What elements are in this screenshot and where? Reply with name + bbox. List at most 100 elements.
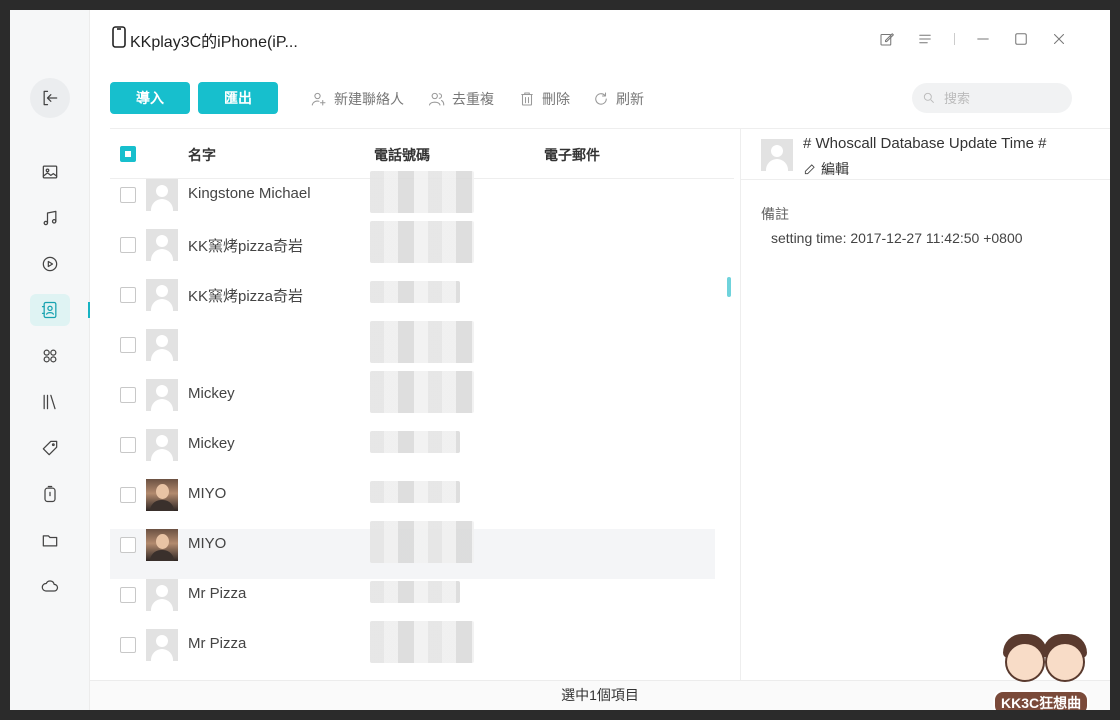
folder-icon — [42, 535, 58, 547]
table-row[interactable]: Mickey — [110, 429, 715, 479]
note-label: 備註 — [761, 206, 789, 222]
refresh-label: 刷新 — [616, 91, 644, 107]
feedback-button[interactable] — [876, 28, 898, 50]
column-phone[interactable]: 電話號碼 — [374, 145, 430, 165]
sidebar-item-files[interactable] — [30, 524, 70, 556]
search-icon — [922, 91, 936, 110]
column-name[interactable]: 名字 — [188, 145, 216, 165]
sidebar-item-apps[interactable] — [30, 340, 70, 372]
back-button[interactable] — [30, 78, 70, 118]
row-checkbox[interactable] — [120, 387, 136, 403]
table-row[interactable]: KK窯烤pizza奇岩 — [110, 221, 715, 279]
contact-avatar — [146, 579, 178, 611]
device-title: KKplay3C的iPhone(iP... — [130, 34, 298, 51]
close-button[interactable] — [1048, 28, 1070, 50]
cloud-icon — [41, 580, 59, 592]
table-row[interactable]: Mr Pizza — [110, 621, 715, 679]
refresh-button[interactable]: 刷新 — [592, 88, 644, 110]
sidebar-item-voice-memos[interactable] — [30, 478, 70, 510]
detail-contact-name: # Whoscall Database Update Time # — [803, 135, 1047, 152]
contact-list: 名字 電話號碼 電子郵件 Kingstone Michael KK窯烤pizza奇… — [110, 128, 740, 690]
contact-avatar — [146, 529, 178, 561]
contact-name: KK窯烤pizza奇岩 — [188, 288, 304, 305]
row-checkbox[interactable] — [120, 487, 136, 503]
phone-number-blurred — [370, 281, 460, 303]
import-button[interactable]: 導入 — [110, 82, 190, 114]
contacts-icon — [41, 301, 57, 319]
row-checkbox[interactable] — [120, 587, 136, 603]
menu-icon — [919, 34, 931, 44]
table-row[interactable]: Mickey — [110, 371, 715, 429]
apps-icon — [43, 349, 57, 363]
row-checkbox[interactable] — [120, 637, 136, 653]
edit-note-icon — [880, 33, 894, 46]
list-scrollbar[interactable] — [727, 277, 731, 297]
edit-label: 編輯 — [821, 161, 849, 177]
exit-icon — [43, 90, 58, 106]
minimize-button[interactable] — [972, 28, 994, 50]
detail-divider — [741, 179, 1110, 180]
phone-number-blurred — [370, 521, 474, 563]
contact-name: KK窯烤pizza奇岩 — [188, 238, 304, 255]
column-email[interactable]: 電子郵件 — [544, 145, 600, 165]
contact-name: MIYO — [188, 485, 227, 502]
row-checkbox[interactable] — [120, 437, 136, 453]
export-button[interactable]: 匯出 — [198, 82, 278, 114]
books-icon — [43, 394, 56, 410]
new-contact-button[interactable]: 新建聯絡人 — [310, 88, 404, 110]
refresh-icon — [595, 92, 607, 105]
app-window: KKplay3C的iPhone(iP... 導入 匯出 新建聯絡人 去重複 刪除 — [10, 10, 1110, 710]
edit-button[interactable]: 編輯 — [803, 159, 849, 179]
table-row[interactable]: MIYO — [110, 521, 715, 579]
menu-button[interactable] — [914, 28, 936, 50]
contact-name: Mickey — [188, 385, 235, 402]
contact-avatar — [146, 429, 178, 461]
maximize-button[interactable] — [1010, 28, 1032, 50]
watermark-logo: KK3C狂想曲 — [985, 630, 1103, 710]
selection-count: 選中1個項目 — [561, 687, 639, 703]
watermark-text: KK3C狂想曲 — [993, 690, 1090, 710]
contact-avatar — [146, 279, 178, 311]
maximize-icon — [1015, 33, 1027, 45]
contact-avatar — [146, 479, 178, 511]
ringtone-icon — [42, 440, 58, 456]
users-icon — [428, 92, 445, 106]
photo-icon — [42, 165, 58, 179]
row-checkbox[interactable] — [120, 287, 136, 303]
phone-number-blurred — [370, 481, 460, 503]
delete-button[interactable]: 刪除 — [518, 88, 570, 110]
contact-avatar — [146, 629, 178, 661]
contact-rows: Kingstone Michael KK窯烤pizza奇岩 KK窯烤pizza奇岩 M… — [110, 171, 734, 679]
delete-label: 刪除 — [542, 91, 570, 107]
sidebar-item-music[interactable] — [30, 202, 70, 234]
iphone-icon — [112, 26, 126, 53]
sidebar-item-contacts[interactable] — [30, 294, 70, 326]
row-checkbox[interactable] — [120, 537, 136, 553]
detail-avatar — [761, 139, 793, 171]
dedupe-button[interactable]: 去重複 — [428, 88, 494, 110]
contact-name: Mr Pizza — [188, 585, 247, 602]
row-checkbox[interactable] — [120, 337, 136, 353]
dedupe-label: 去重複 — [452, 91, 494, 107]
phone-number-blurred — [370, 321, 474, 363]
close-icon — [1053, 33, 1065, 45]
phone-number-blurred — [370, 171, 474, 213]
music-icon — [43, 210, 57, 226]
phone-number-blurred — [370, 431, 460, 453]
contact-name: Mickey — [188, 435, 235, 452]
sidebar-item-photos[interactable] — [30, 156, 70, 188]
add-user-icon — [311, 92, 326, 106]
sidebar-item-ringtones[interactable] — [30, 432, 70, 464]
phone-number-blurred — [370, 581, 460, 603]
phone-number-blurred — [370, 371, 474, 413]
note-value: setting time: 2017-12-27 11:42:50 +0800 — [771, 230, 1023, 246]
titlebar-divider — [954, 33, 955, 45]
sidebar-item-videos[interactable] — [30, 248, 70, 280]
select-all-checkbox[interactable] — [120, 146, 136, 162]
search-input[interactable] — [912, 83, 1072, 113]
sidebar-item-books[interactable] — [30, 386, 70, 418]
contact-detail-panel: # Whoscall Database Update Time # 編輯 備註 … — [740, 128, 1110, 690]
sidebar-item-icloud[interactable] — [30, 570, 70, 602]
row-checkbox[interactable] — [120, 237, 136, 253]
row-checkbox[interactable] — [120, 187, 136, 203]
